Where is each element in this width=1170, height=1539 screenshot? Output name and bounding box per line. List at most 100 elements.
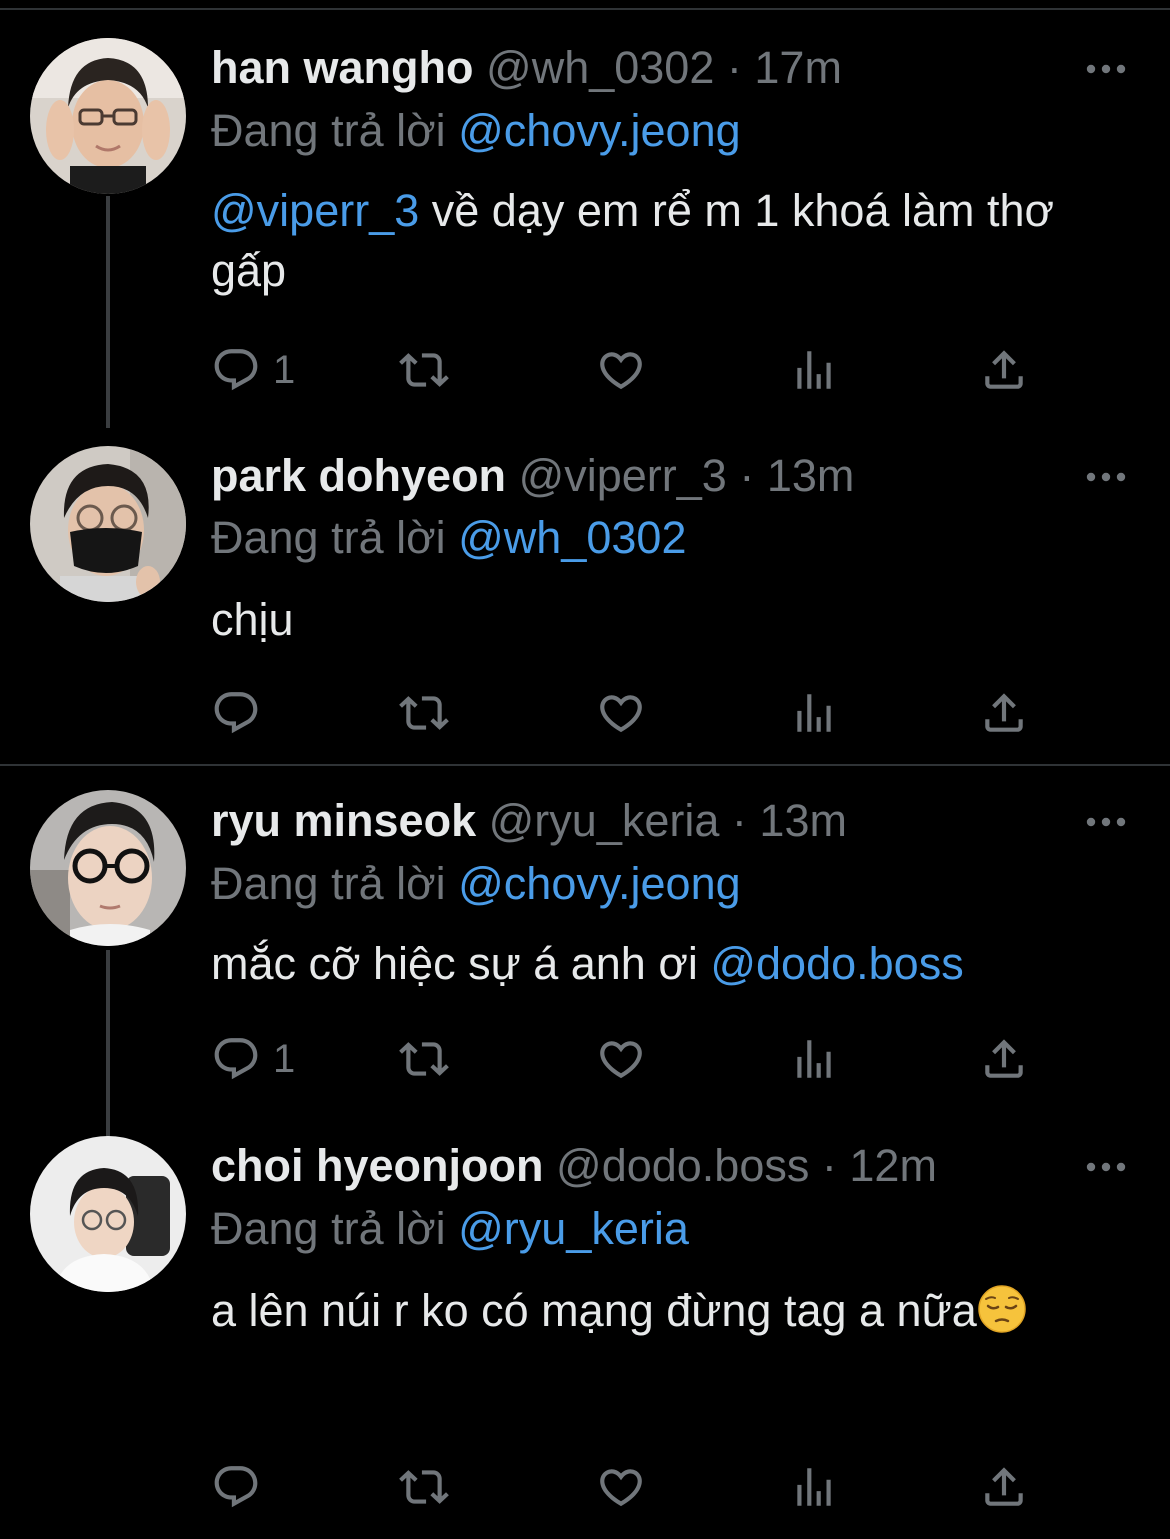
display-name[interactable]: choi hyeonjoon (211, 1140, 544, 1191)
views-button[interactable] (789, 688, 839, 738)
reply-button[interactable]: 1 (211, 1034, 295, 1084)
reply-button[interactable] (211, 688, 273, 738)
heart-icon (596, 345, 646, 395)
like-button[interactable] (596, 345, 646, 395)
display-name[interactable]: park dohyeon (211, 450, 506, 501)
retweet-button[interactable] (399, 1034, 449, 1084)
more-options-icon[interactable] (1086, 63, 1126, 75)
share-icon (979, 1462, 1029, 1512)
replying-to-mention[interactable]: @chovy.jeong (458, 858, 741, 909)
tweet-park-dohyeon[interactable]: park dohyeon @viperr_3 · 13m Đang trả lờ… (0, 410, 1170, 765)
views-button[interactable] (789, 1462, 839, 1512)
retweet-button[interactable] (399, 1462, 449, 1512)
views-button[interactable] (789, 345, 839, 395)
retweet-button[interactable] (399, 345, 449, 395)
action-bar: 1 (211, 345, 1051, 395)
retweet-icon (399, 345, 449, 395)
share-icon (979, 345, 1029, 395)
share-button[interactable] (979, 345, 1029, 395)
action-bar: 1 (211, 1034, 1051, 1084)
body-text: a lên núi r ko có mạng đừng tag a nữa (211, 1285, 977, 1336)
replying-to-mention[interactable]: @chovy.jeong (458, 105, 741, 156)
like-button[interactable] (596, 1462, 646, 1512)
views-icon (789, 688, 839, 738)
body-text: chịu (211, 594, 294, 645)
user-handle[interactable]: @dodo.boss (556, 1140, 809, 1191)
body-mention[interactable]: @dodo.boss (710, 938, 963, 989)
tweet-han-wangho[interactable]: han wangho @wh_0302 · 17m Đang trả lời @… (0, 0, 1170, 410)
heart-icon (596, 1462, 646, 1512)
views-icon (789, 1034, 839, 1084)
more-options-icon[interactable] (1086, 1161, 1126, 1173)
retweet-icon (399, 688, 449, 738)
tweet-header: choi hyeonjoon @dodo.boss · 12m (211, 1136, 937, 1196)
tweet-body: chịu (211, 590, 1131, 650)
tweet-ryu-minseok[interactable]: ryu minseok @ryu_keria · 13m Đang trả lờ… (0, 766, 1170, 1126)
share-button[interactable] (979, 1034, 1029, 1084)
tweet-timestamp[interactable]: 13m (759, 795, 847, 846)
separator-dot: · (739, 450, 755, 501)
reply-button[interactable]: 1 (211, 345, 295, 395)
tweet-choi-hyeonjoon[interactable]: choi hyeonjoon @dodo.boss · 12m Đang trả… (0, 1126, 1170, 1539)
replying-to-label: Đang trả lời (211, 858, 446, 909)
retweet-icon (399, 1462, 449, 1512)
more-options-icon[interactable] (1086, 816, 1126, 828)
share-icon (979, 1034, 1029, 1084)
avatar-park-dohyeon[interactable] (30, 446, 186, 602)
avatar-ryu-minseok[interactable] (30, 790, 186, 946)
body-text: mắc cỡ hiệc sự á anh ơi (211, 938, 711, 989)
thread-group-1: han wangho @wh_0302 · 17m Đang trả lời @… (0, 0, 1170, 765)
retweet-button[interactable] (399, 688, 449, 738)
user-handle[interactable]: @wh_0302 (486, 42, 714, 93)
replying-to-line: Đang trả lời @chovy.jeong (211, 854, 741, 914)
user-handle[interactable]: @ryu_keria (489, 795, 720, 846)
separator-dot: · (821, 1140, 837, 1191)
separator-dot: · (726, 42, 742, 93)
replying-to-line: Đang trả lời @ryu_keria (211, 1199, 689, 1259)
reply-button[interactable] (211, 1462, 273, 1512)
action-bar (211, 1462, 1051, 1512)
tweet-header: park dohyeon @viperr_3 · 13m (211, 446, 854, 506)
share-button[interactable] (979, 688, 1029, 738)
tweet-header: han wangho @wh_0302 · 17m (211, 38, 842, 98)
tweet-body: a lên núi r ko có mạng đừng tag a nữa (211, 1281, 1051, 1341)
replying-to-label: Đang trả lời (211, 105, 446, 156)
tweet-timestamp[interactable]: 13m (767, 450, 855, 501)
separator-dot: · (731, 795, 747, 846)
tweet-body: mắc cỡ hiệc sự á anh ơi @dodo.boss (211, 934, 1131, 994)
thread-group-2: ryu minseok @ryu_keria · 13m Đang trả lờ… (0, 766, 1170, 1539)
reply-count: 1 (273, 1037, 296, 1081)
avatar-choi-hyeonjoon[interactable] (30, 1136, 186, 1292)
tweet-body: @viperr_3 về dạy em rể m 1 khoá làm thơ … (211, 181, 1131, 301)
replying-to-line: Đang trả lời @wh_0302 (211, 508, 686, 568)
replying-to-mention[interactable]: @wh_0302 (458, 512, 686, 563)
views-icon (789, 1462, 839, 1512)
more-options-icon[interactable] (1086, 471, 1126, 483)
avatar-han-wangho[interactable] (30, 38, 186, 194)
like-button[interactable] (596, 688, 646, 738)
share-button[interactable] (979, 1462, 1029, 1512)
reply-icon (211, 1462, 261, 1512)
heart-icon (596, 688, 646, 738)
views-icon (789, 345, 839, 395)
display-name[interactable]: ryu minseok (211, 795, 476, 846)
replying-to-label: Đang trả lời (211, 512, 446, 563)
user-handle[interactable]: @viperr_3 (519, 450, 727, 501)
views-button[interactable] (789, 1034, 839, 1084)
like-button[interactable] (596, 1034, 646, 1084)
pensive-face-emoji (977, 1285, 1026, 1333)
reply-icon (211, 688, 261, 738)
body-mention[interactable]: @viperr_3 (211, 185, 419, 236)
replying-to-mention[interactable]: @ryu_keria (458, 1203, 689, 1254)
replying-to-line: Đang trả lời @chovy.jeong (211, 101, 741, 161)
tweet-timestamp[interactable]: 17m (754, 42, 842, 93)
retweet-icon (399, 1034, 449, 1084)
replying-to-label: Đang trả lời (211, 1203, 446, 1254)
action-bar (211, 688, 1051, 738)
tweet-timestamp[interactable]: 12m (849, 1140, 937, 1191)
tweet-header: ryu minseok @ryu_keria · 13m (211, 791, 847, 851)
reply-count: 1 (273, 348, 296, 392)
display-name[interactable]: han wangho (211, 42, 474, 93)
reply-icon (211, 345, 261, 395)
heart-icon (596, 1034, 646, 1084)
